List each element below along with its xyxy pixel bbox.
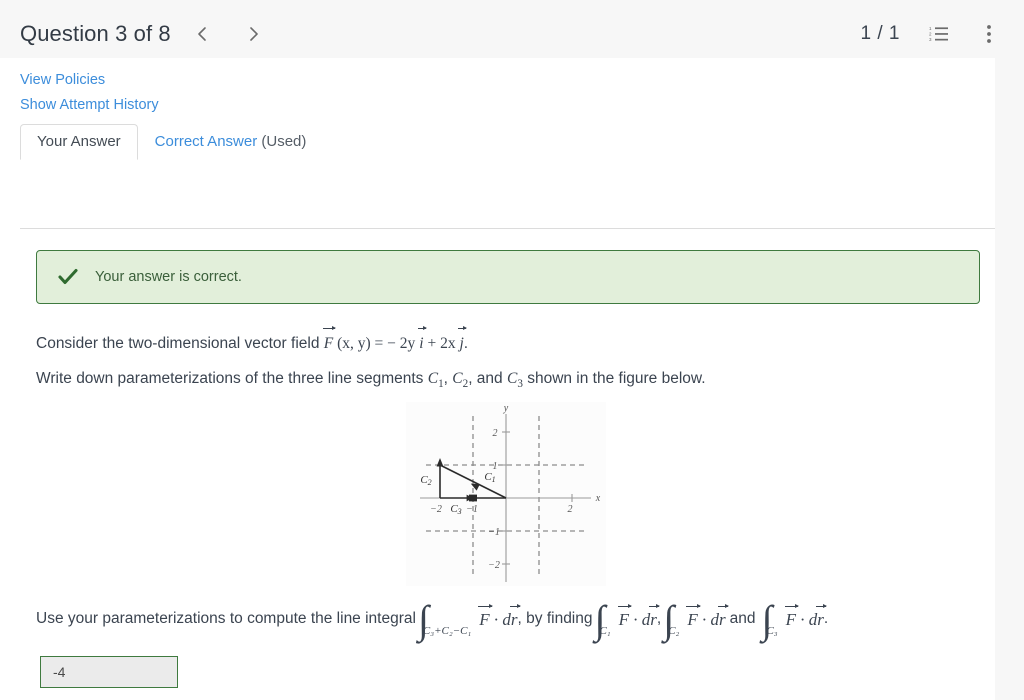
integral-3: ∫ C₂: [663, 600, 685, 640]
question-line-1-args: (x, y) = − 2y: [333, 335, 416, 352]
vector-j-symbol: j: [458, 325, 468, 355]
curve-c2-label: C: [452, 370, 463, 388]
question-line-2-suffix: shown in the figure below.: [522, 370, 706, 388]
integral-1: ∫ C₃+C₂−C₁: [418, 600, 477, 640]
policy-links: View Policies Show Attempt History: [0, 58, 995, 113]
check-icon: [57, 266, 79, 288]
svg-text:1: 1: [493, 461, 498, 472]
svg-text:−2: −2: [430, 504, 442, 515]
integral-4-body: F · dr: [784, 604, 827, 629]
numbered-list-icon[interactable]: 1 2 3: [928, 23, 950, 45]
svg-text:y: y: [503, 403, 509, 414]
integral-sentence: Use your parameterizations to compute th…: [36, 600, 986, 640]
integral-sentence-mid: , by finding: [517, 610, 593, 627]
show-attempt-history-link[interactable]: Show Attempt History: [20, 97, 159, 113]
answer-input[interactable]: -4: [40, 656, 178, 688]
curve-c3-label: C: [506, 370, 518, 388]
tab-your-answer-label: Your Answer: [37, 133, 121, 150]
arrow-c1: [470, 483, 480, 491]
question-line-1-prefix: Consider the two-dimensional vector fiel…: [36, 335, 324, 352]
svg-text:2: 2: [493, 428, 498, 439]
question-line-1-period: .: [463, 335, 469, 352]
tab-correct-answer[interactable]: Correct Answer (Used): [138, 124, 324, 160]
status-banner-text: Your answer is correct.: [95, 269, 242, 285]
tab-your-answer[interactable]: Your Answer: [20, 124, 138, 160]
status-banner: Your answer is correct.: [36, 250, 980, 304]
integral-1-subscript: C₃+C₂−C₁: [422, 625, 472, 637]
integral-1-body: F · dr: [478, 604, 521, 629]
svg-text:C1: C1: [484, 471, 495, 484]
svg-text:2: 2: [929, 32, 932, 37]
question-line-1-plus: + 2x: [423, 335, 460, 352]
svg-text:−1: −1: [466, 504, 478, 515]
svg-text:3: 3: [929, 37, 932, 42]
question-line-2-prefix: Write down parameterizations of the thre…: [36, 370, 428, 388]
tab-correct-answer-label: Correct Answer: [154, 133, 258, 150]
chevron-right-icon[interactable]: [243, 24, 263, 44]
svg-text:2: 2: [568, 504, 573, 515]
tick-labels: −2 −1 2 2 1 −1 −2: [430, 428, 572, 571]
svg-text:x: x: [595, 493, 601, 504]
question-line-2-sep1: ,: [443, 370, 453, 388]
figure-svg: −2 −1 2 2 1 −1 −2 x y C2 C1 C3: [420, 403, 601, 582]
integral-4: ∫ C₃: [762, 600, 784, 640]
question-body: Consider the two-dimensional vector fiel…: [36, 325, 986, 393]
integral-2-subscript: C₁: [599, 625, 611, 637]
axis-names: x y: [503, 403, 601, 504]
arrow-c2: [436, 458, 444, 467]
chevron-left-icon[interactable]: [193, 24, 213, 44]
question-line-2: Write down parameterizations of the thre…: [36, 367, 986, 393]
vector-i-symbol: i: [418, 325, 428, 355]
tab-correct-answer-suffix: (Used): [257, 133, 307, 150]
header-right-group: 1 / 1 1 2 3: [861, 23, 1000, 45]
question-line-1: Consider the two-dimensional vector fiel…: [36, 325, 986, 355]
triangle-contour-figure: −2 −1 2 2 1 −1 −2 x y C2 C1 C3: [406, 402, 606, 586]
integral-3-subscript: C₂: [668, 625, 680, 637]
integral-2-body: F · dr: [617, 604, 660, 629]
svg-text:C2: C2: [420, 474, 431, 487]
integral-4-subscript: C₃: [766, 625, 778, 637]
question-line-2-sep2: , and: [468, 370, 507, 388]
svg-text:−1: −1: [488, 527, 500, 538]
curve-c1-label: C: [427, 370, 439, 388]
question-page: Question 3 of 8 1 / 1 1 2 3 View Policie…: [0, 0, 1024, 700]
integral-sentence-and: and: [729, 610, 756, 627]
marker-c3: [469, 494, 477, 502]
answer-tabs: Your Answer Correct Answer (Used): [20, 124, 995, 160]
question-card: View Policies Show Attempt History Your …: [0, 58, 995, 700]
svg-text:−2: −2: [488, 560, 500, 571]
page-counter: 1 / 1: [860, 23, 900, 44]
integral-sentence-prefix: Use your parameterizations to compute th…: [36, 610, 416, 627]
question-navigation: [193, 24, 263, 44]
tabs-divider: [20, 228, 995, 229]
integral-2: ∫ C₁: [595, 600, 617, 640]
view-policies-link[interactable]: View Policies: [20, 72, 105, 88]
svg-text:1: 1: [929, 26, 932, 31]
page-title: Question 3 of 8: [20, 21, 171, 46]
integral-3-body: F · dr: [686, 604, 729, 629]
vector-F-symbol: F: [322, 325, 337, 355]
kebab-menu-icon[interactable]: [978, 23, 1000, 45]
svg-text:C3: C3: [450, 503, 461, 516]
